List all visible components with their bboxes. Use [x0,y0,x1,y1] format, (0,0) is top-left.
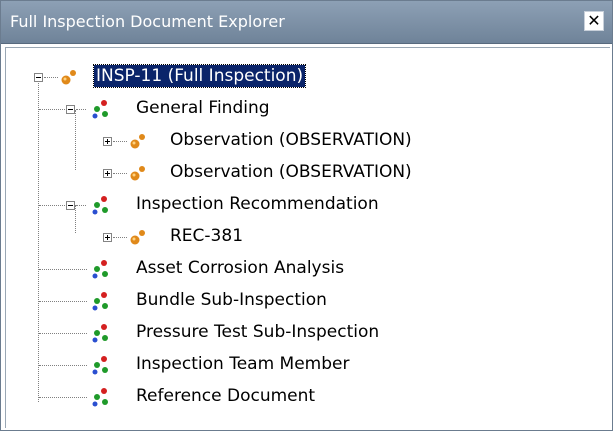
tree-connector [39,397,87,398]
relationship-family-icon [92,260,108,279]
tree-node-observation[interactable]: Observation (OBSERVATION) [6,128,606,154]
tree-node-inspection-team-member[interactable]: Inspection Team Member [6,352,606,378]
tree-node-observation[interactable]: Observation (OBSERVATION) [6,160,606,186]
tree-node-label: REC-381 [170,226,244,246]
tree-connector [113,141,127,142]
tree-node-bundle-sub-inspection[interactable]: Bundle Sub-Inspection [6,288,606,314]
tree-node-reference-document[interactable]: Reference Document [6,384,606,410]
tree-node-general-finding[interactable]: General Finding [6,96,606,122]
tree-node-label: INSP-11 (Full Inspection) [92,64,307,88]
tree-node-label: Pressure Test Sub-Inspection [136,322,380,342]
relationship-family-icon [92,388,108,407]
relationship-family-icon [92,324,108,343]
tree-node-root[interactable]: INSP-11 (Full Inspection) [6,64,606,90]
relationship-family-icon [92,100,108,119]
expand-toggle[interactable] [103,137,112,146]
relationship-family-icon [92,356,108,375]
tree-node-label: Observation (OBSERVATION) [170,130,412,150]
close-button[interactable]: ✕ [584,11,604,31]
tree-node-rec[interactable]: REC-381 [6,224,606,250]
entity-icon [61,70,76,85]
tree-node-label: Observation (OBSERVATION) [170,162,412,182]
tree-node-inspection-recommendation[interactable]: Inspection Recommendation [6,192,606,218]
entity-icon [130,166,145,181]
tree-connector [39,109,67,110]
tree-node-pressure-test-sub-inspection[interactable]: Pressure Test Sub-Inspection [6,320,606,346]
document-explorer-panel: Full Inspection Document Explorer ✕ INSP… [0,0,613,431]
tree-node-asset-corrosion-analysis[interactable]: Asset Corrosion Analysis [6,256,606,282]
tree-connector [44,77,58,78]
collapse-toggle[interactable] [34,73,43,82]
relationship-family-icon [92,292,108,311]
tree-connector [39,269,87,270]
collapse-toggle[interactable] [66,105,75,114]
collapse-toggle[interactable] [66,201,75,210]
entity-icon [130,230,145,245]
tree-connector [113,173,127,174]
tree-node-label: Asset Corrosion Analysis [136,258,345,278]
entity-icon [130,134,145,149]
tree-node-label: Bundle Sub-Inspection [136,290,327,310]
panel-title: Full Inspection Document Explorer [10,12,285,31]
title-bar: Full Inspection Document Explorer ✕ [1,1,612,44]
relationship-family-icon [92,196,108,215]
tree-connector [39,333,87,334]
tree-connector [39,301,87,302]
tree-node-label: Inspection Team Member [136,354,350,374]
tree-connector [39,205,67,206]
explorer-tree: INSP-11 (Full Inspection) General Findin… [5,47,610,428]
tree-connector [39,365,87,366]
tree-node-label: Inspection Recommendation [136,194,379,214]
tree-connector [76,205,86,206]
tree-node-label: General Finding [136,98,270,118]
expand-toggle[interactable] [103,233,112,242]
tree-connector [76,109,86,110]
expand-toggle[interactable] [103,169,112,178]
tree-connector [113,237,127,238]
tree-node-label: Reference Document [136,386,316,406]
